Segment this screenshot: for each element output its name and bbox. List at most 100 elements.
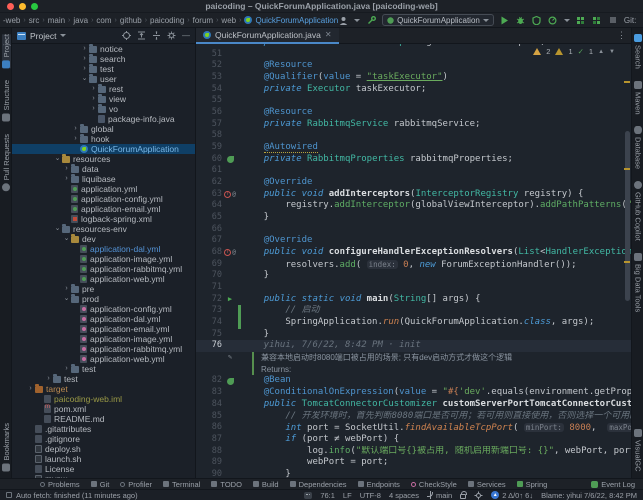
override-gutter-icon[interactable]: ↑@ <box>224 189 236 201</box>
code-line[interactable]: 57 private RabbitmqService rabbitmqServi… <box>196 119 631 131</box>
tree-item-pre[interactable]: ›pre <box>12 284 195 294</box>
breadcrumb-current-file[interactable]: QuickForumApplication <box>255 16 338 25</box>
chevron-right-icon[interactable]: › <box>80 64 89 74</box>
git-branch-widget[interactable]: main <box>427 491 452 500</box>
code-line[interactable]: 84 public TomcatConnectorCustomizer cust… <box>196 399 631 411</box>
chevron-right-icon[interactable]: › <box>26 384 35 394</box>
chevron-down-icon[interactable]: ⌄ <box>53 224 62 234</box>
run-configuration-select[interactable]: QuickForumApplication <box>382 14 494 26</box>
tree-item-application-rabbitmq-yml[interactable]: application-rabbitmq.yml <box>12 264 195 274</box>
tool-window-spring[interactable]: Spring <box>517 480 548 489</box>
chevron-down-icon[interactable]: ⌄ <box>80 74 89 84</box>
code-line[interactable]: 58 <box>196 130 631 142</box>
tree-item-license[interactable]: License <box>12 464 195 474</box>
chevron-right-icon[interactable]: › <box>71 134 80 144</box>
tree-item-prod[interactable]: ⌄prod <box>12 294 195 304</box>
tool-window-pull-requests[interactable]: Pull Requests <box>2 134 11 191</box>
tree-item-application-config-yml[interactable]: application-config.yml <box>12 194 195 204</box>
code-line[interactable]: 61 <box>196 165 631 177</box>
code-line[interactable]: 52 @Resource <box>196 60 631 72</box>
code-line[interactable]: 68↑@ public void configureHandlerExcepti… <box>196 247 631 259</box>
debug-button[interactable] <box>516 15 526 25</box>
tool-window-bookmarks[interactable]: Bookmarks <box>2 423 11 472</box>
indent-style[interactable]: 4 spaces <box>389 491 419 500</box>
code-line[interactable]: 65 } <box>196 212 631 224</box>
chevron-down-icon[interactable]: ⌄ <box>62 234 71 244</box>
tool-window-services[interactable]: Services <box>468 480 506 489</box>
code-line[interactable]: 72▶ public static void main(String[] arg… <box>196 294 631 306</box>
code-line[interactable]: 87 if (port ≠ webPort) { <box>196 434 631 446</box>
tree-item-deploy-sh[interactable]: deploy.sh <box>12 444 195 454</box>
code-line[interactable]: 85 // 开发环境时，首先判断8080端口是否可用；若可用则直接使用，否则选择… <box>196 411 631 423</box>
tree-item-user[interactable]: ⌄user <box>12 74 195 84</box>
breadcrumb-item[interactable]: forum <box>193 16 213 25</box>
warning-stripe-mark[interactable] <box>624 261 630 263</box>
code-line[interactable]: 88 log.info("默认端口号{}被占用, 随机启用新端口号: {}", … <box>196 446 631 458</box>
tree-item-application-image-yml[interactable]: application-image.yml <box>12 334 195 344</box>
code-line[interactable]: 82 @Bean <box>196 375 631 387</box>
run-main-gutter-icon[interactable]: ▶ <box>228 294 232 306</box>
tree-item-application-dal-yml[interactable]: application-dal.yml <box>12 244 195 254</box>
breadcrumb-item[interactable]: main <box>48 16 65 25</box>
chevron-right-icon[interactable]: › <box>89 104 98 114</box>
code-line[interactable]: 55 <box>196 95 631 107</box>
tool-window-endpoints[interactable]: Endpoints <box>358 480 400 489</box>
code-line[interactable]: 75 } <box>196 329 631 341</box>
tool-window-structure[interactable]: Structure <box>2 80 11 121</box>
project-view-caret[interactable] <box>60 34 66 37</box>
attach-agent-icon[interactable] <box>576 15 586 25</box>
chevron-right-icon[interactable]: › <box>62 284 71 294</box>
next-problem-icon[interactable]: ▼ <box>609 49 615 55</box>
tree-item-pom-xml[interactable]: pom.xml <box>12 404 195 414</box>
spring-bean-gutter-icon[interactable] <box>227 156 234 163</box>
editor-scrollbar[interactable] <box>623 44 631 478</box>
tree-item-application-rabbitmq-yml[interactable]: application-rabbitmq.yml <box>12 344 195 354</box>
tree-item-logback-spring-xml[interactable]: logback-spring.xml <box>12 214 195 224</box>
tree-item-target[interactable]: ›target <box>12 384 195 394</box>
locate-file-icon[interactable] <box>122 31 131 40</box>
code-line[interactable]: 83 @ConditionalOnExpression(value = "#{'… <box>196 387 631 399</box>
tree-item-application-config-yml[interactable]: application-config.yml <box>12 304 195 314</box>
tree-item--gitignore[interactable]: .gitignore <box>12 434 195 444</box>
rendered-doc-line[interactable]: Returns: <box>196 364 631 376</box>
code-line[interactable]: 59 @Autowired <box>196 142 631 154</box>
code-line[interactable]: 56 @Resource <box>196 107 631 119</box>
override-gutter-icon[interactable]: ↑@ <box>224 247 236 259</box>
tree-item-quickforumapplication[interactable]: QuickForumApplication <box>12 144 195 154</box>
tool-window-build[interactable]: Build <box>253 480 279 489</box>
tree-item-application-image-yml[interactable]: application-image.yml <box>12 254 195 264</box>
breadcrumb-item[interactable]: -web <box>3 16 20 25</box>
chevron-right-icon[interactable]: › <box>80 54 89 64</box>
chevron-right-icon[interactable]: › <box>62 364 71 374</box>
breadcrumb-item[interactable]: github <box>120 16 142 25</box>
tool-window-big-data-tools[interactable]: Big Data Tools <box>634 253 643 312</box>
tree-item-global[interactable]: ›global <box>12 124 195 134</box>
tool-window-git[interactable]: Git <box>91 480 110 489</box>
collapse-all-icon[interactable] <box>152 31 161 40</box>
file-encoding[interactable]: UTF-8 <box>360 491 381 500</box>
code-line[interactable]: 66 <box>196 224 631 236</box>
tree-item-test[interactable]: ›test <box>12 364 195 374</box>
code-line[interactable]: 64 registry.addInterceptor(globalViewInt… <box>196 200 631 212</box>
warning-stripe-mark[interactable] <box>624 81 630 83</box>
tree-item-view[interactable]: ›view <box>12 94 195 104</box>
code-line[interactable]: 62 @Override <box>196 177 631 189</box>
memory-indicator-icon[interactable] <box>304 492 312 499</box>
blame-info[interactable]: Blame: yihui 7/6/22, 8:42 PM <box>541 491 637 500</box>
coverage-button[interactable] <box>532 15 542 25</box>
tool-window-visualgc[interactable]: VisualGC <box>634 429 643 472</box>
code-line[interactable]: 67 @Override <box>196 235 631 247</box>
code-line[interactable]: 74 SpringApplication.run(QuickForumAppli… <box>196 317 631 329</box>
chevron-right-icon[interactable]: › <box>71 124 80 134</box>
tool-window-event-log[interactable]: Event Log <box>591 480 635 489</box>
breadcrumb-item[interactable]: paicoding <box>150 16 184 25</box>
code-line[interactable]: 76 yihui, 7/6/22, 8:42 PM · init <box>196 340 631 352</box>
code-line[interactable]: 54 private Executor taskExecutor; <box>196 84 631 96</box>
user-dropdown-caret[interactable] <box>354 19 360 22</box>
run-button[interactable] <box>500 15 510 25</box>
breadcrumb-item[interactable]: src <box>29 16 40 25</box>
nut-icon[interactable] <box>474 491 483 500</box>
chevron-down-icon[interactable]: ⌄ <box>62 294 71 304</box>
tool-window-dependencies[interactable]: Dependencies <box>290 480 347 489</box>
tool-window-checkstyle[interactable]: CheckStyle <box>411 480 457 489</box>
